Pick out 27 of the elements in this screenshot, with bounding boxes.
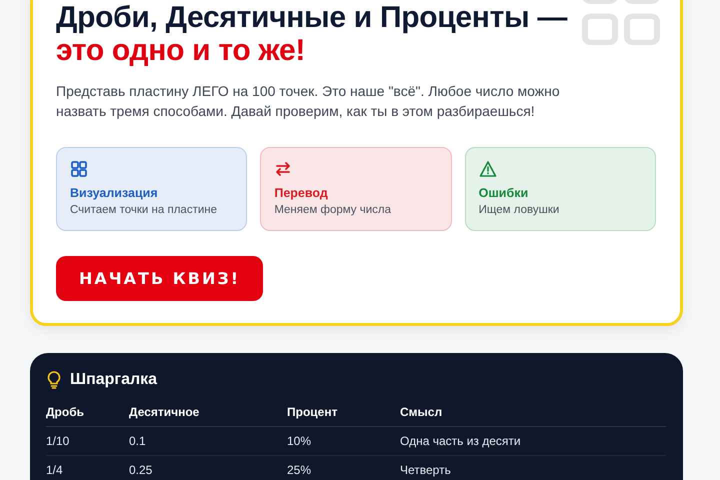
cheatsheet-title: Шпаргалка: [70, 371, 158, 389]
feature-subtitle: Меняем форму числа: [274, 204, 392, 216]
feature-subtitle: Считаем точки на пластине: [70, 204, 218, 216]
table-cell: Одна часть из десяти: [400, 426, 666, 456]
warning-icon: [478, 160, 497, 178]
swap-arrows-icon: [274, 160, 292, 178]
table-cell: 1/4: [46, 456, 129, 480]
table-cell: 0.25: [129, 456, 287, 480]
table-cell: 10%: [287, 426, 400, 456]
feature-title: Перевод: [274, 186, 329, 200]
column-header: Процент: [287, 399, 400, 426]
table-cell: 25%: [287, 456, 400, 480]
column-header: Дробь: [46, 399, 129, 426]
start-quiz-button[interactable]: НАЧАТЬ КВИЗ!: [56, 256, 263, 301]
feature-title: Визуализация: [70, 186, 159, 200]
intro-text: Представь пластину ЛЕГО на 100 точек. Это наше "всё". Любое число можно назвать тремя способами. Давай проверим, как ты в этом разбираешься!: [56, 82, 561, 121]
column-header: Смысл: [400, 399, 666, 426]
hero-title: Дроби, Десятичные и Проценты —: [56, 1, 568, 34]
table-cell: 1/10: [46, 426, 129, 456]
column-header: Десятичное: [129, 399, 287, 426]
lightbulb-icon: [46, 371, 62, 389]
table-cell: 0.1: [129, 426, 287, 456]
table-cell: Четверть: [400, 456, 666, 480]
grid-icon: [70, 160, 88, 178]
feature-subtitle: Ищем ловушки: [478, 204, 560, 216]
feature-title: Ошибки: [478, 186, 530, 200]
hero-title-accent: это одно и то же!: [56, 34, 306, 67]
